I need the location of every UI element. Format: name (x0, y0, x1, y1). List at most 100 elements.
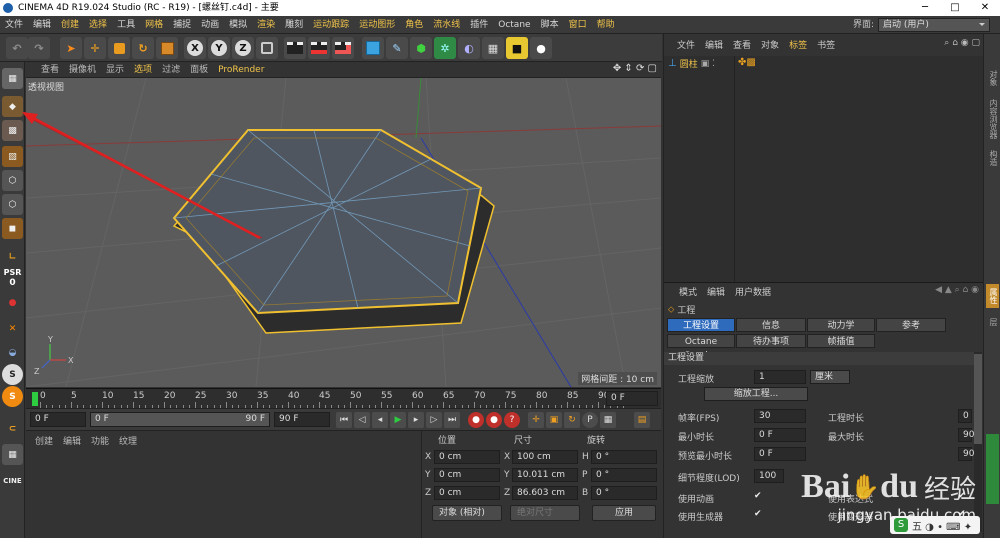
viewport-menu-panel[interactable]: 面板 (185, 62, 213, 78)
tab-info[interactable]: 信息 (736, 318, 806, 332)
fps-field[interactable]: 30 (754, 409, 806, 423)
menu-snap[interactable]: 捕捉 (168, 16, 196, 34)
use-animation-checkbox[interactable]: ✔ (754, 491, 762, 501)
cube-icon[interactable] (362, 37, 384, 59)
coordinate-mode-dropdown[interactable]: 对象 (相对) (432, 505, 502, 521)
go-to-end-icon[interactable]: ⏭ (444, 412, 460, 428)
p-rotation-field[interactable]: 0 ° (591, 468, 657, 482)
go-to-start-icon[interactable]: ⏮ (336, 412, 352, 428)
undo-icon[interactable]: ↶ (6, 37, 28, 59)
menu-sculpt[interactable]: 雕刻 (280, 16, 308, 34)
right-tab-content-browser[interactable]: 内容浏览器 (986, 96, 999, 142)
material-menu-function[interactable]: 功能 (86, 434, 114, 450)
edges-mode-icon[interactable]: ⬡ (2, 194, 23, 215)
playhead[interactable] (32, 392, 38, 406)
cloner-icon[interactable]: ✲ (434, 37, 456, 59)
menu-pipeline[interactable]: 流水线 (428, 16, 465, 34)
material-menu-edit[interactable]: 编辑 (58, 434, 86, 450)
prev-key-icon[interactable]: ◁ (354, 412, 370, 428)
b-rotation-field[interactable]: 0 ° (591, 486, 657, 500)
key-parameter-icon[interactable]: P (582, 412, 598, 428)
bend-deformer-icon[interactable]: ◐ (458, 37, 480, 59)
tweak-mode-icon[interactable]: ◒ (2, 342, 23, 363)
prev-frame-icon[interactable]: ◂ (372, 412, 388, 428)
redo-icon[interactable]: ↷ (28, 37, 50, 59)
use-generators-checkbox[interactable]: ✔ (754, 509, 762, 519)
camera-icon[interactable]: ■ (506, 37, 528, 59)
y-axis-icon[interactable]: Y (208, 37, 230, 59)
om-menu-tags[interactable]: 标签 (784, 38, 812, 54)
key-pla-icon[interactable]: ▦ (600, 412, 616, 428)
om-menu-edit[interactable]: 编辑 (700, 38, 728, 54)
menu-create[interactable]: 创建 (56, 16, 84, 34)
viewport-menu-cameras[interactable]: 摄像机 (64, 62, 101, 78)
menu-help[interactable]: 帮助 (592, 16, 620, 34)
viewport-nav-icons[interactable]: ✥ ⇕ ⟳ ▢ (613, 63, 657, 74)
key-rotation-icon[interactable]: ↻ (564, 412, 580, 428)
material-menu-create[interactable]: 创建 (30, 434, 58, 450)
viewport-menu-options[interactable]: 选项 (129, 62, 157, 78)
polygons-mode-icon[interactable]: ◼ (2, 218, 23, 239)
right-tab-layers[interactable]: 层 (986, 312, 999, 332)
current-frame-slider[interactable]: 0 F 90 F (90, 412, 270, 427)
auto-key-icon[interactable]: ● (486, 412, 502, 428)
enable-snap-icon[interactable]: S (2, 386, 23, 407)
start-frame-field[interactable]: 0 F (30, 412, 86, 427)
menu-motion-tracking[interactable]: 运动跟踪 (308, 16, 354, 34)
scale-icon[interactable] (108, 37, 130, 59)
menu-mograph[interactable]: 运动图形 (354, 16, 400, 34)
attr-menu-userdata[interactable]: 用户数据 (730, 285, 776, 301)
x-size-field[interactable]: 100 cm (512, 450, 578, 464)
tab-project-settings[interactable]: 工程设置 (667, 318, 735, 332)
z-position-field[interactable]: 0 cm (434, 486, 500, 500)
om-menu-objects[interactable]: 对象 (756, 38, 784, 54)
pen-icon[interactable]: ✎ (386, 37, 408, 59)
right-tab-objects[interactable]: 对象 (986, 64, 999, 92)
record-keys-icon[interactable]: ● (468, 412, 484, 428)
om-menu-file[interactable]: 文件 (672, 38, 700, 54)
max-time-field[interactable]: 90 (958, 428, 974, 442)
menu-file[interactable]: 文件 (0, 16, 28, 34)
menu-character[interactable]: 角色 (400, 16, 428, 34)
menu-plugins[interactable]: 插件 (465, 16, 493, 34)
y-position-field[interactable]: 0 cm (434, 468, 500, 482)
end-frame-field[interactable]: 90 F (274, 412, 330, 427)
select-arrow-icon[interactable]: ➤ (60, 37, 82, 59)
viewport-menu-view[interactable]: 查看 (36, 62, 64, 78)
size-mode-dropdown[interactable]: 绝对尺寸 (510, 505, 580, 521)
attr-menu-edit[interactable]: 编辑 (702, 285, 730, 301)
model-mode-icon[interactable]: ◆ (2, 96, 23, 117)
menu-script[interactable]: 脚本 (536, 16, 564, 34)
om-nav-icons[interactable]: ⌕ ⌂ ◉ ▢ (944, 38, 980, 48)
key-position-icon[interactable]: ✛ (528, 412, 544, 428)
make-editable-icon[interactable]: ▦ (2, 68, 23, 89)
axis-mode-icon[interactable]: ∟ (2, 246, 23, 267)
workplane-icon[interactable]: ▧ (2, 146, 23, 167)
snap-icon[interactable]: ● (2, 292, 23, 313)
tab-frame-interpolation[interactable]: 帧插值 (807, 334, 875, 348)
menu-octane[interactable]: Octane (493, 16, 535, 34)
object-row-cylinder[interactable]: ⊥ 圆柱 ▣ ⁚ (668, 57, 715, 70)
points-mode-icon[interactable]: ⬡ (2, 170, 23, 191)
om-menu-bookmarks[interactable]: 书签 (812, 38, 840, 54)
texture-mode-icon[interactable]: ▩ (2, 120, 23, 141)
perspective-viewport[interactable]: Y X Z 透视视图 网格间距 : 10 cm (26, 78, 661, 387)
subdivision-icon[interactable]: ⬢ (410, 37, 432, 59)
recent-tools-icon[interactable] (156, 37, 178, 59)
tab-todo[interactable]: 待办事项 (736, 334, 806, 348)
close-button[interactable]: ✕ (970, 0, 1000, 16)
attr-menu-mode[interactable]: 模式 (674, 285, 702, 301)
viewport-menu-prorender[interactable]: ProRender (213, 62, 269, 78)
project-time-field[interactable]: 0 (958, 409, 972, 423)
tab-dynamics[interactable]: 动力学 (807, 318, 875, 332)
min-time-field[interactable]: 0 F (754, 428, 806, 442)
menu-window[interactable]: 窗口 (564, 16, 592, 34)
maximize-button[interactable]: □ (940, 0, 970, 16)
timeline-window-icon[interactable]: ▤ (634, 412, 650, 428)
quantize-icon[interactable]: ✕ (2, 318, 23, 339)
z-axis-icon[interactable]: Z (232, 37, 254, 59)
interface-dropdown[interactable]: 启动 (用户) (878, 18, 990, 32)
project-scale-field[interactable]: 1 (754, 370, 806, 384)
h-rotation-field[interactable]: 0 ° (591, 450, 657, 464)
grid-icon[interactable]: ▦ (2, 444, 23, 465)
